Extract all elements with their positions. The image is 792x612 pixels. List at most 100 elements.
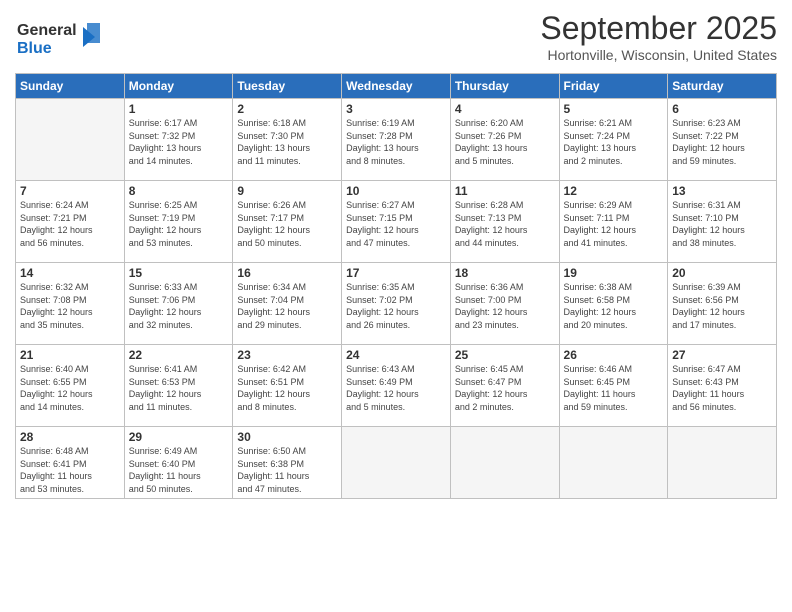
day-info: Sunrise: 6:26 AM Sunset: 7:17 PM Dayligh…: [237, 199, 337, 249]
day-info: Sunrise: 6:45 AM Sunset: 6:47 PM Dayligh…: [455, 363, 555, 413]
day-number: 8: [129, 184, 229, 198]
day-info: Sunrise: 6:34 AM Sunset: 7:04 PM Dayligh…: [237, 281, 337, 331]
header-thursday: Thursday: [450, 74, 559, 99]
day-info: Sunrise: 6:32 AM Sunset: 7:08 PM Dayligh…: [20, 281, 120, 331]
calendar-cell: [16, 99, 125, 181]
day-number: 10: [346, 184, 446, 198]
day-number: 7: [20, 184, 120, 198]
calendar-cell: 29Sunrise: 6:49 AM Sunset: 6:40 PM Dayli…: [124, 427, 233, 499]
calendar-cell: 11Sunrise: 6:28 AM Sunset: 7:13 PM Dayli…: [450, 181, 559, 263]
day-info: Sunrise: 6:39 AM Sunset: 6:56 PM Dayligh…: [672, 281, 772, 331]
day-info: Sunrise: 6:20 AM Sunset: 7:26 PM Dayligh…: [455, 117, 555, 167]
day-info: Sunrise: 6:50 AM Sunset: 6:38 PM Dayligh…: [237, 445, 337, 495]
day-number: 4: [455, 102, 555, 116]
day-number: 28: [20, 430, 120, 444]
calendar-cell: 8Sunrise: 6:25 AM Sunset: 7:19 PM Daylig…: [124, 181, 233, 263]
calendar-cell: 23Sunrise: 6:42 AM Sunset: 6:51 PM Dayli…: [233, 345, 342, 427]
day-number: 16: [237, 266, 337, 280]
day-info: Sunrise: 6:33 AM Sunset: 7:06 PM Dayligh…: [129, 281, 229, 331]
page-container: General Blue September 2025 Hortonville,…: [0, 0, 792, 509]
day-info: Sunrise: 6:21 AM Sunset: 7:24 PM Dayligh…: [564, 117, 664, 167]
header-sunday: Sunday: [16, 74, 125, 99]
location: Hortonville, Wisconsin, United States: [540, 47, 777, 63]
header-friday: Friday: [559, 74, 668, 99]
day-number: 22: [129, 348, 229, 362]
day-number: 2: [237, 102, 337, 116]
calendar-cell: 18Sunrise: 6:36 AM Sunset: 7:00 PM Dayli…: [450, 263, 559, 345]
logo: General Blue: [15, 15, 105, 65]
day-info: Sunrise: 6:47 AM Sunset: 6:43 PM Dayligh…: [672, 363, 772, 413]
day-info: Sunrise: 6:29 AM Sunset: 7:11 PM Dayligh…: [564, 199, 664, 249]
day-number: 19: [564, 266, 664, 280]
day-number: 24: [346, 348, 446, 362]
calendar-cell: 19Sunrise: 6:38 AM Sunset: 6:58 PM Dayli…: [559, 263, 668, 345]
day-number: 23: [237, 348, 337, 362]
day-number: 21: [20, 348, 120, 362]
calendar-cell: 7Sunrise: 6:24 AM Sunset: 7:21 PM Daylig…: [16, 181, 125, 263]
day-number: 25: [455, 348, 555, 362]
calendar-cell: 21Sunrise: 6:40 AM Sunset: 6:55 PM Dayli…: [16, 345, 125, 427]
weekday-header-row: Sunday Monday Tuesday Wednesday Thursday…: [16, 74, 777, 99]
calendar-cell: 15Sunrise: 6:33 AM Sunset: 7:06 PM Dayli…: [124, 263, 233, 345]
calendar-cell: 5Sunrise: 6:21 AM Sunset: 7:24 PM Daylig…: [559, 99, 668, 181]
day-info: Sunrise: 6:18 AM Sunset: 7:30 PM Dayligh…: [237, 117, 337, 167]
day-info: Sunrise: 6:48 AM Sunset: 6:41 PM Dayligh…: [20, 445, 120, 495]
calendar-cell: 24Sunrise: 6:43 AM Sunset: 6:49 PM Dayli…: [342, 345, 451, 427]
day-number: 17: [346, 266, 446, 280]
calendar-cell: 20Sunrise: 6:39 AM Sunset: 6:56 PM Dayli…: [668, 263, 777, 345]
calendar-cell: 27Sunrise: 6:47 AM Sunset: 6:43 PM Dayli…: [668, 345, 777, 427]
day-number: 29: [129, 430, 229, 444]
day-info: Sunrise: 6:31 AM Sunset: 7:10 PM Dayligh…: [672, 199, 772, 249]
day-number: 11: [455, 184, 555, 198]
title-block: September 2025 Hortonville, Wisconsin, U…: [540, 10, 777, 63]
day-info: Sunrise: 6:23 AM Sunset: 7:22 PM Dayligh…: [672, 117, 772, 167]
day-info: Sunrise: 6:17 AM Sunset: 7:32 PM Dayligh…: [129, 117, 229, 167]
day-info: Sunrise: 6:35 AM Sunset: 7:02 PM Dayligh…: [346, 281, 446, 331]
logo-icon: General Blue: [15, 15, 105, 60]
day-info: Sunrise: 6:19 AM Sunset: 7:28 PM Dayligh…: [346, 117, 446, 167]
calendar-cell: [342, 427, 451, 499]
svg-text:General: General: [17, 22, 77, 39]
calendar-cell: 3Sunrise: 6:19 AM Sunset: 7:28 PM Daylig…: [342, 99, 451, 181]
calendar-cell: 4Sunrise: 6:20 AM Sunset: 7:26 PM Daylig…: [450, 99, 559, 181]
calendar-cell: 9Sunrise: 6:26 AM Sunset: 7:17 PM Daylig…: [233, 181, 342, 263]
svg-text:Blue: Blue: [17, 40, 52, 57]
calendar-cell: [668, 427, 777, 499]
calendar-cell: 6Sunrise: 6:23 AM Sunset: 7:22 PM Daylig…: [668, 99, 777, 181]
day-number: 26: [564, 348, 664, 362]
day-info: Sunrise: 6:24 AM Sunset: 7:21 PM Dayligh…: [20, 199, 120, 249]
calendar-cell: 30Sunrise: 6:50 AM Sunset: 6:38 PM Dayli…: [233, 427, 342, 499]
day-number: 30: [237, 430, 337, 444]
day-number: 6: [672, 102, 772, 116]
calendar-cell: 2Sunrise: 6:18 AM Sunset: 7:30 PM Daylig…: [233, 99, 342, 181]
calendar-cell: 22Sunrise: 6:41 AM Sunset: 6:53 PM Dayli…: [124, 345, 233, 427]
day-info: Sunrise: 6:36 AM Sunset: 7:00 PM Dayligh…: [455, 281, 555, 331]
calendar-cell: [559, 427, 668, 499]
logo-text: General Blue: [15, 15, 105, 65]
calendar-cell: [450, 427, 559, 499]
calendar-cell: 17Sunrise: 6:35 AM Sunset: 7:02 PM Dayli…: [342, 263, 451, 345]
header-monday: Monday: [124, 74, 233, 99]
header-tuesday: Tuesday: [233, 74, 342, 99]
calendar-cell: 25Sunrise: 6:45 AM Sunset: 6:47 PM Dayli…: [450, 345, 559, 427]
calendar-cell: 28Sunrise: 6:48 AM Sunset: 6:41 PM Dayli…: [16, 427, 125, 499]
day-number: 14: [20, 266, 120, 280]
day-info: Sunrise: 6:41 AM Sunset: 6:53 PM Dayligh…: [129, 363, 229, 413]
calendar-cell: 10Sunrise: 6:27 AM Sunset: 7:15 PM Dayli…: [342, 181, 451, 263]
month-title: September 2025: [540, 10, 777, 47]
day-number: 12: [564, 184, 664, 198]
day-number: 18: [455, 266, 555, 280]
header-wednesday: Wednesday: [342, 74, 451, 99]
day-number: 27: [672, 348, 772, 362]
calendar-table: Sunday Monday Tuesday Wednesday Thursday…: [15, 73, 777, 499]
calendar-cell: 26Sunrise: 6:46 AM Sunset: 6:45 PM Dayli…: [559, 345, 668, 427]
calendar-cell: 12Sunrise: 6:29 AM Sunset: 7:11 PM Dayli…: [559, 181, 668, 263]
calendar-cell: 16Sunrise: 6:34 AM Sunset: 7:04 PM Dayli…: [233, 263, 342, 345]
day-info: Sunrise: 6:28 AM Sunset: 7:13 PM Dayligh…: [455, 199, 555, 249]
calendar-cell: 14Sunrise: 6:32 AM Sunset: 7:08 PM Dayli…: [16, 263, 125, 345]
day-number: 15: [129, 266, 229, 280]
header: General Blue September 2025 Hortonville,…: [15, 10, 777, 65]
day-number: 9: [237, 184, 337, 198]
day-number: 13: [672, 184, 772, 198]
day-number: 20: [672, 266, 772, 280]
